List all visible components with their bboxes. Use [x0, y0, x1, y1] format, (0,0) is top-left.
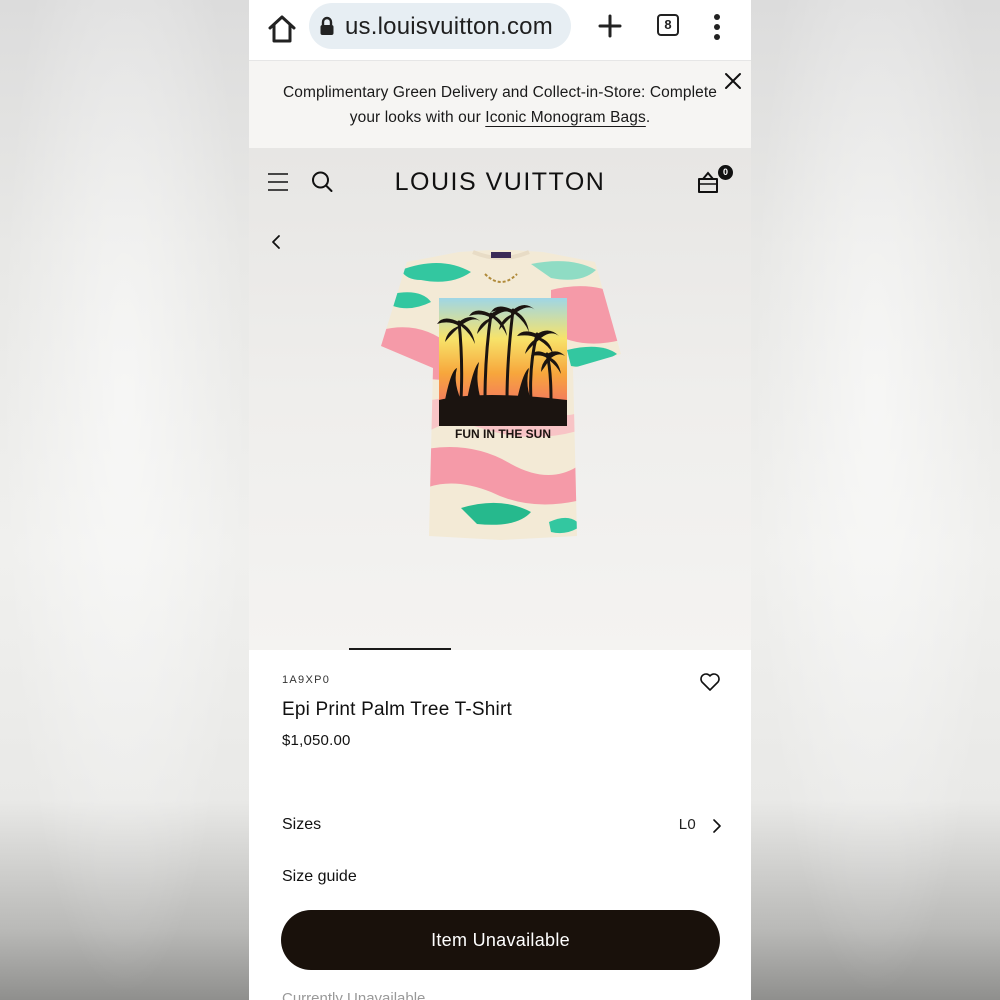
- promo-banner: Complimentary Green Delivery and Collect…: [249, 61, 751, 148]
- more-options-icon[interactable]: [707, 12, 727, 42]
- product-title: Epi Print Palm Tree T-Shirt: [282, 699, 512, 720]
- promo-period: .: [645, 109, 651, 126]
- tshirt-print-text: FUN IN THE SUN: [455, 427, 551, 441]
- tshirt-image[interactable]: FUN IN THE SUN: [381, 250, 621, 542]
- browser-toolbar: us.louisvuitton.com 8: [249, 0, 751, 61]
- product-info: 1A9XP0 Epi Print Palm Tree T-Shirt $1,05…: [249, 651, 751, 1000]
- close-icon[interactable]: [723, 71, 743, 91]
- heart-icon[interactable]: [699, 671, 721, 693]
- item-unavailable-button[interactable]: Item Unavailable: [281, 910, 720, 970]
- new-tab-icon[interactable]: [595, 11, 625, 41]
- tab-switcher-button[interactable]: 8: [657, 14, 679, 36]
- search-icon[interactable]: [311, 170, 333, 194]
- sizes-selector[interactable]: Sizes L0: [282, 816, 722, 840]
- product-price: $1,050.00: [282, 732, 351, 749]
- brand-logo[interactable]: LOUIS VUITTON: [369, 168, 631, 197]
- promo-link[interactable]: Iconic Monogram Bags: [485, 109, 646, 126]
- home-icon[interactable]: [265, 12, 299, 46]
- bag-count-badge: 0: [718, 165, 733, 180]
- availability-text: Currently Unavailable: [282, 990, 426, 1000]
- carousel-indicator: [349, 648, 451, 650]
- chevron-left-icon[interactable]: [269, 234, 283, 250]
- chevron-right-icon: [713, 819, 721, 833]
- promo-text: Complimentary Green Delivery and Collect…: [269, 80, 731, 130]
- menu-icon[interactable]: [267, 172, 289, 192]
- background-left: [0, 0, 249, 1000]
- shopping-bag-icon[interactable]: [697, 170, 719, 194]
- address-bar[interactable]: us.louisvuitton.com: [309, 3, 571, 49]
- url-text: us.louisvuitton.com: [345, 13, 553, 40]
- sizes-label: Sizes: [282, 816, 322, 833]
- selected-size: L0: [678, 816, 696, 833]
- product-media: LOUIS VUITTON 0 FUN IN THE SUN: [249, 148, 751, 650]
- product-sku: 1A9XP0: [282, 674, 331, 686]
- phone-screen: us.louisvuitton.com 8 Complimentary Gree…: [249, 0, 751, 1000]
- lock-icon: [320, 16, 334, 35]
- size-guide-link[interactable]: Size guide: [282, 868, 357, 886]
- background-right: [751, 0, 1000, 1000]
